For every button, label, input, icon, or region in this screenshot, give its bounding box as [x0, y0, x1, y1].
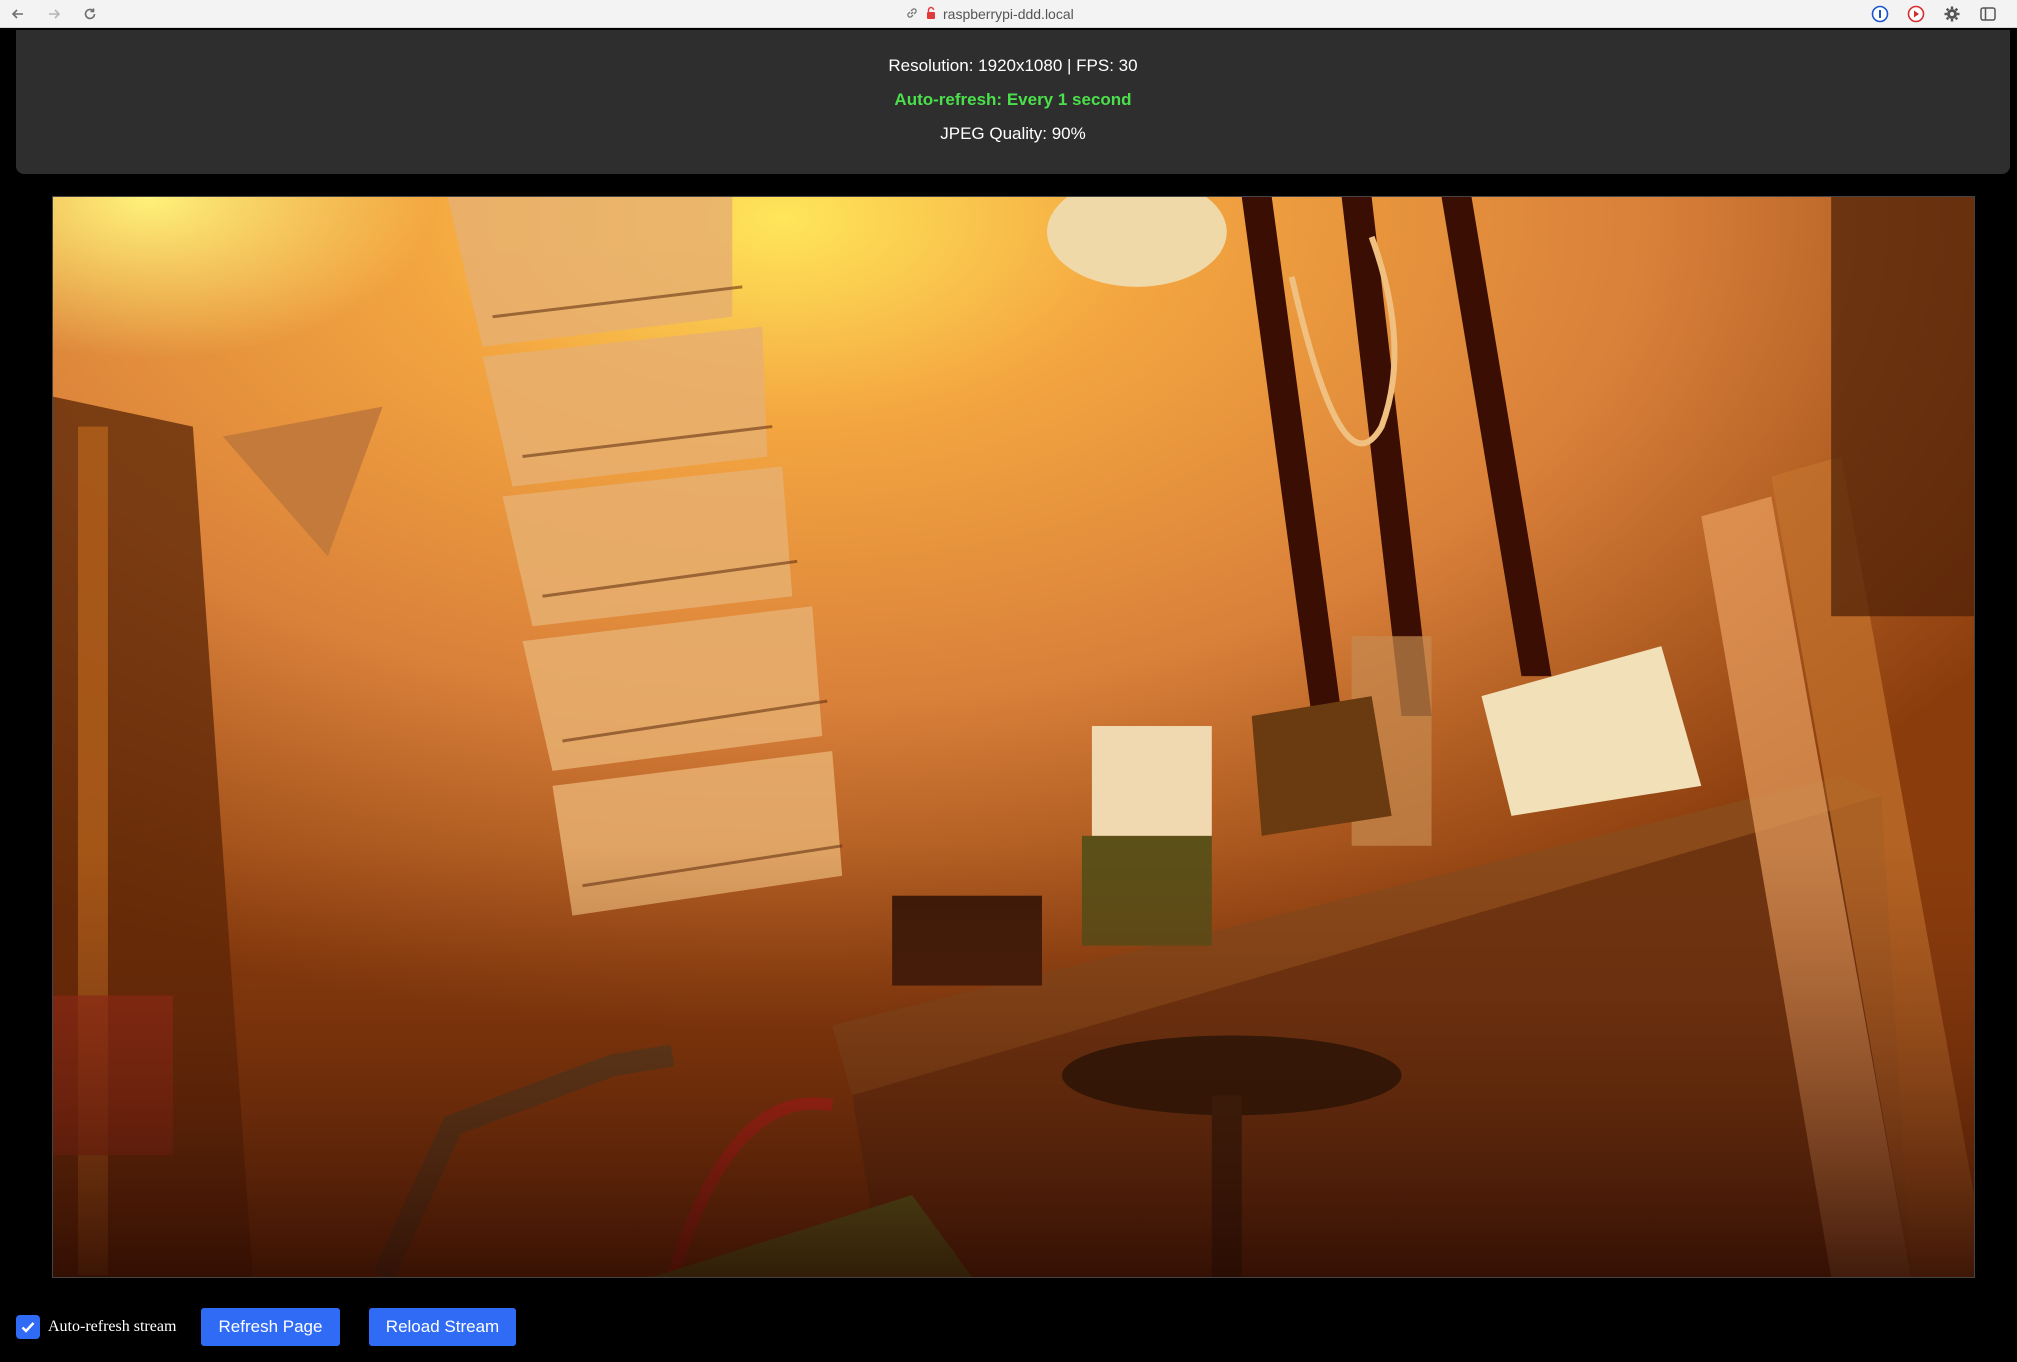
- recorder-extension-icon[interactable]: [1907, 5, 1925, 23]
- checkmark-icon: [21, 1322, 35, 1333]
- refresh-page-button[interactable]: Refresh Page: [201, 1308, 340, 1346]
- autorefresh-toggle[interactable]: Auto-refresh stream: [16, 1315, 176, 1339]
- gear-icon[interactable]: [1943, 5, 1961, 23]
- address-bar[interactable]: raspberrypi-ddd.local: [905, 3, 1074, 25]
- reload-stream-button[interactable]: Reload Stream: [369, 1308, 516, 1346]
- insecure-lock-icon: [925, 6, 937, 23]
- autorefresh-checkbox[interactable]: [16, 1315, 40, 1339]
- password-manager-icon[interactable]: [1871, 5, 1889, 23]
- url-text: raspberrypi-ddd.local: [943, 6, 1074, 22]
- resolution-fps-text: Resolution: 1920x1080 | FPS: 30: [888, 56, 1138, 75]
- sidebar-icon[interactable]: [1979, 5, 1997, 23]
- browser-toolbar: raspberrypi-ddd.local: [0, 0, 2017, 28]
- autorefresh-label: Auto-refresh stream: [48, 1318, 177, 1335]
- jpeg-quality-text: JPEG Quality: 90%: [940, 124, 1086, 143]
- reload-icon[interactable]: [80, 4, 100, 24]
- camera-stream-image: [52, 196, 1975, 1278]
- stream-info-panel: Resolution: 1920x1080 | FPS: 30 Auto-ref…: [16, 30, 2010, 174]
- link-icon: [905, 6, 919, 23]
- forward-arrow-icon[interactable]: [44, 4, 64, 24]
- autorefresh-status-text: Auto-refresh: Every 1 second: [894, 90, 1132, 109]
- back-arrow-icon[interactable]: [8, 4, 28, 24]
